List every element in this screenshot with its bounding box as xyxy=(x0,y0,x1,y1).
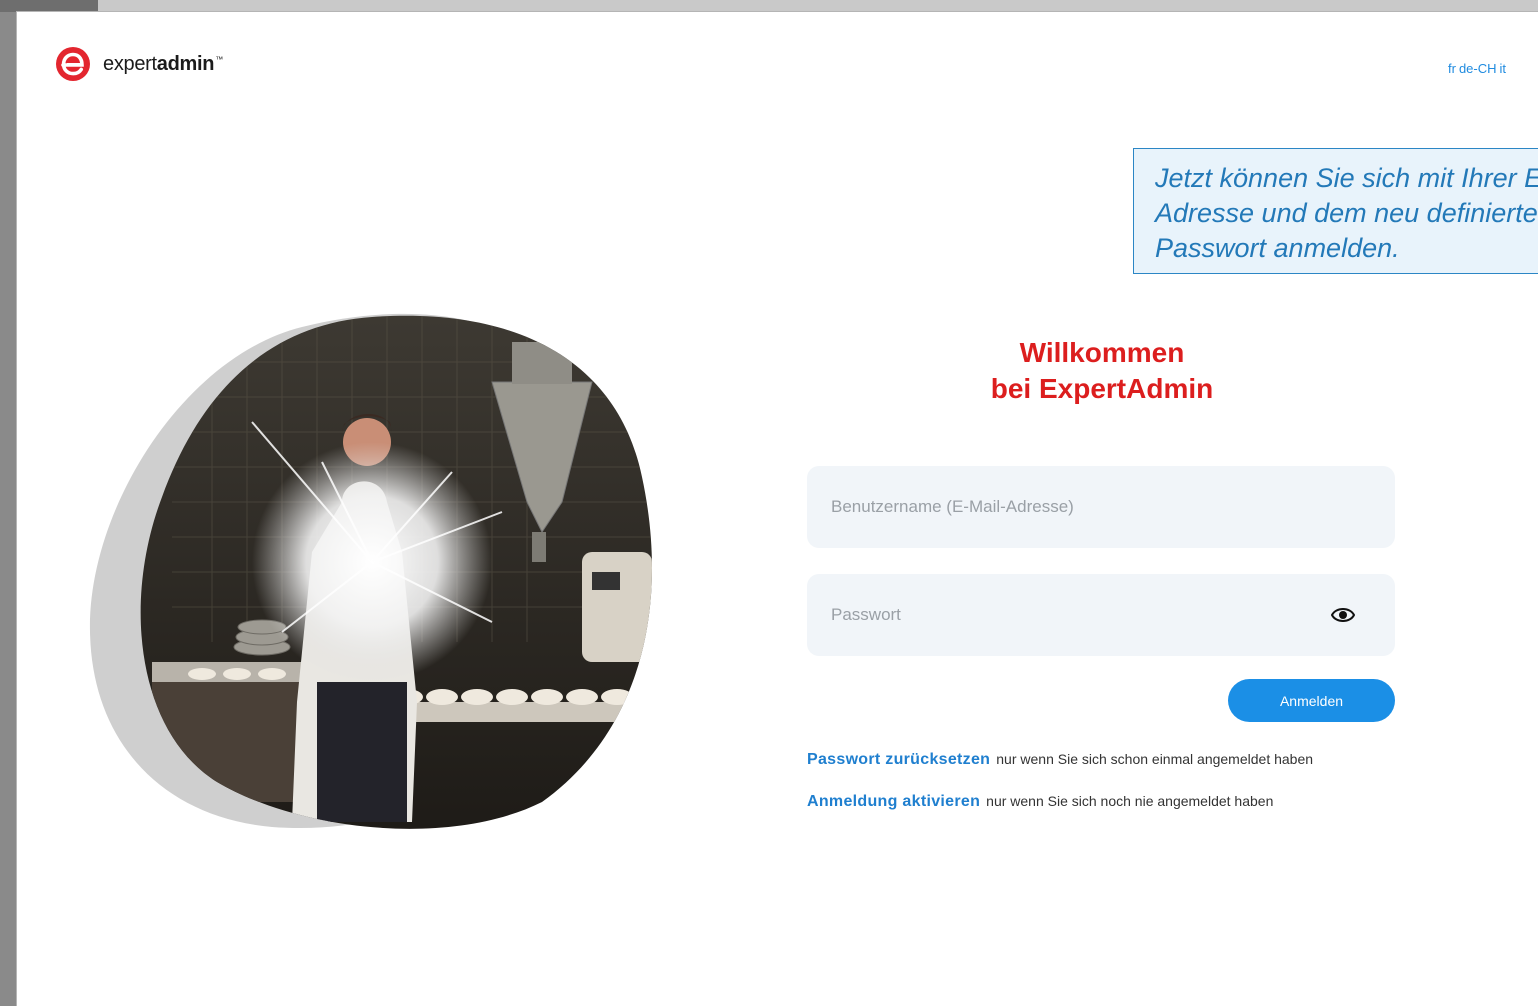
reset-password-link[interactable]: Passwort zurücksetzen xyxy=(807,751,990,768)
login-page: expertadmin™ fr de-CH it Jetzt können Si… xyxy=(17,12,1538,1006)
instruction-callout: Jetzt können Sie sich mit Ihrer E-Mail- … xyxy=(1133,148,1538,274)
baker-flour-photo xyxy=(89,313,653,829)
callout-text: Jetzt können Sie sich mit Ihrer E-Mail- … xyxy=(1155,163,1538,263)
password-input[interactable] xyxy=(807,574,1395,656)
brand-name: expertadmin™ xyxy=(103,52,223,75)
username-field xyxy=(807,466,1395,548)
activate-login-row: Anmeldung aktivieren nur wenn Sie sich no… xyxy=(807,793,1273,811)
hero-illustration xyxy=(72,302,672,832)
e-logo-icon xyxy=(56,47,90,81)
top-strip xyxy=(0,0,1538,12)
brand-logo[interactable]: expertadmin™ xyxy=(55,46,223,82)
welcome-line-2: bei ExpertAdmin xyxy=(990,373,1214,404)
username-input[interactable] xyxy=(807,466,1395,548)
activate-login-hint: nur wenn Sie sich noch nie angemeldet ha… xyxy=(986,793,1274,809)
activate-login-link[interactable]: Anmeldung aktivieren xyxy=(807,793,980,810)
language-switcher: fr de-CH it xyxy=(1448,61,1506,76)
login-button[interactable]: Anmelden xyxy=(1228,679,1395,722)
reset-password-row: Passwort zurücksetzen nur wenn Sie sich s… xyxy=(807,751,1313,769)
welcome-heading: Willkommen bei ExpertAdmin xyxy=(857,335,1347,407)
lang-fr[interactable]: fr xyxy=(1448,61,1456,76)
reset-password-hint: nur wenn Sie sich schon einmal angemelde… xyxy=(996,751,1314,767)
eye-icon[interactable] xyxy=(1331,605,1355,625)
welcome-line-1: Willkommen xyxy=(1019,337,1185,368)
lang-it[interactable]: it xyxy=(1500,61,1507,76)
lang-de-ch[interactable]: de-CH xyxy=(1459,61,1497,76)
password-field xyxy=(807,574,1395,656)
